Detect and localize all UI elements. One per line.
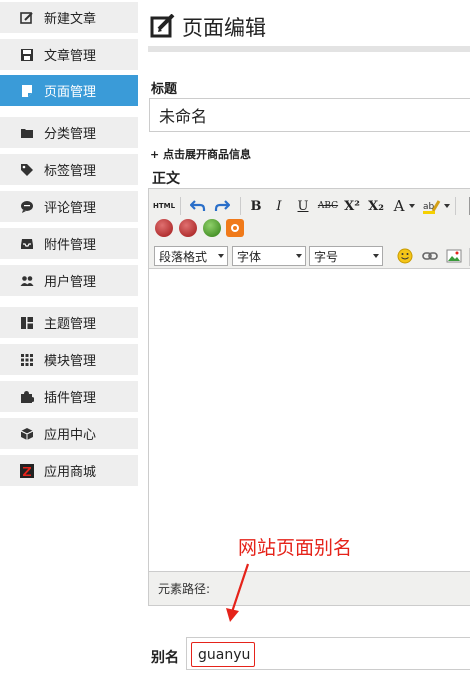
sidebar-item-label: 页面管理	[44, 85, 97, 100]
sidebar-item-plugin-manage[interactable]: 插件管理	[0, 381, 138, 412]
undo-button[interactable]	[187, 195, 209, 217]
sidebar-item-module-manage[interactable]: 模块管理	[0, 344, 138, 375]
sidebar-item-theme-manage[interactable]: 主题管理	[0, 307, 138, 338]
title-label: 标题	[151, 82, 178, 97]
layout-icon	[20, 316, 34, 330]
sidebar-item-attachment-manage[interactable]: 附件管理	[0, 228, 138, 259]
font-size-value: 字号	[314, 249, 339, 264]
subscript-button[interactable]: X₂	[365, 195, 387, 217]
sidebar-item-label: 分类管理	[44, 127, 97, 142]
image-button[interactable]	[444, 246, 464, 266]
page-icon	[20, 84, 34, 98]
sidebar-item-label: 插件管理	[44, 391, 97, 406]
highlight-pen-icon: ab	[423, 200, 441, 214]
italic-button[interactable]: I	[269, 195, 289, 217]
emoticon-button[interactable]	[395, 246, 415, 266]
sidebar-item-label: 附件管理	[44, 238, 97, 253]
sidebar-item-new-article[interactable]: 新建文章	[0, 2, 138, 33]
sidebar-item-label: 评论管理	[44, 201, 97, 216]
sidebar-item-label: 新建文章	[44, 12, 97, 27]
superscript-button[interactable]: X²	[341, 195, 363, 217]
sidebar-item-page-manage[interactable]: 页面管理	[0, 75, 138, 106]
puzzle-icon	[20, 390, 34, 404]
save-icon	[20, 48, 34, 62]
body-label: 正文	[152, 171, 180, 187]
page-title-text: 页面编辑	[182, 16, 266, 40]
toolbar-separator	[240, 197, 241, 215]
sidebar-item-label: 应用商城	[44, 465, 97, 480]
sidebar-item-label: 文章管理	[44, 49, 97, 64]
grid-icon	[20, 353, 34, 367]
emoji-green-icon[interactable]	[203, 219, 221, 237]
font-color-dropdown[interactable]	[407, 195, 417, 217]
alias-label: 别名	[151, 650, 179, 666]
underline-button[interactable]: U	[293, 195, 313, 217]
font-family-value: 字体	[237, 249, 262, 264]
link-icon	[422, 252, 438, 260]
paragraph-format-select[interactable]: 段落格式	[154, 246, 228, 266]
highlight-dropdown[interactable]	[443, 195, 451, 217]
emoji-red-2-icon[interactable]	[179, 219, 197, 237]
toolbar-separator	[180, 197, 181, 215]
sidebar-item-category-manage[interactable]: 分类管理	[0, 117, 138, 148]
box-icon	[20, 427, 34, 441]
annotation-arrow-icon	[226, 563, 250, 622]
bold-button[interactable]: B	[246, 195, 266, 217]
smiley-icon	[397, 248, 413, 264]
sidebar-item-user-manage[interactable]: 用户管理	[0, 265, 138, 296]
font-family-select[interactable]: 字体	[232, 246, 306, 266]
title-input[interactable]: 未命名	[149, 98, 470, 132]
annotation-text: 网站页面别名	[238, 537, 353, 559]
edit-icon	[150, 14, 175, 38]
highlight-button[interactable]: ab	[421, 195, 443, 217]
title-divider	[148, 46, 470, 52]
sidebar-item-label: 用户管理	[44, 275, 97, 290]
sidebar-item-comment-manage[interactable]: 评论管理	[0, 191, 138, 222]
strikethrough-button[interactable]: ABC	[316, 195, 340, 217]
sidebar: 新建文章 文章管理 页面管理 分类管理 标签管理 评论管理 附件管理 用户管理 …	[0, 0, 138, 692]
link-button[interactable]	[420, 246, 440, 266]
folder-icon	[20, 126, 34, 140]
page-title: 页面编辑	[150, 12, 266, 42]
users-icon	[20, 274, 34, 288]
emoji-red-1-icon[interactable]	[155, 219, 173, 237]
font-color-button[interactable]: A	[391, 195, 407, 217]
editor-status-bar: 元素路径:	[149, 571, 470, 605]
sidebar-item-label: 应用中心	[44, 428, 97, 443]
sidebar-item-label: 标签管理	[44, 164, 97, 179]
font-size-select[interactable]: 字号	[309, 246, 383, 266]
expand-product-info-link[interactable]: + 点击展开商品信息	[150, 146, 251, 162]
sidebar-item-label: 主题管理	[44, 317, 97, 332]
inbox-icon	[20, 237, 34, 251]
paragraph-format-value: 段落格式	[159, 249, 208, 264]
image-icon	[446, 249, 462, 263]
sidebar-item-app-center[interactable]: 应用中心	[0, 418, 138, 449]
toolbar-separator	[455, 197, 456, 215]
undo-icon	[190, 200, 206, 211]
orange-badge-icon[interactable]	[226, 219, 244, 237]
comment-icon	[20, 200, 34, 214]
html-source-button[interactable]: HTML	[153, 195, 175, 217]
sidebar-item-label: 模块管理	[44, 354, 97, 369]
tag-icon	[20, 163, 34, 177]
edit-icon	[20, 11, 34, 25]
alias-input[interactable]: guanyu	[191, 642, 255, 667]
redo-button[interactable]	[211, 195, 233, 217]
sidebar-item-app-store[interactable]: 应用商城	[0, 455, 138, 486]
redo-icon	[214, 200, 230, 211]
sidebar-item-tag-manage[interactable]: 标签管理	[0, 154, 138, 185]
z-store-icon	[20, 463, 34, 478]
sidebar-item-article-manage[interactable]: 文章管理	[0, 39, 138, 70]
editor-toolbar: HTML B I U ABC X² X₂ A ab 段落格式 字体 字号	[149, 189, 470, 269]
element-path-label: 元素路径:	[158, 582, 211, 596]
editor-content-area[interactable]	[149, 269, 470, 573]
